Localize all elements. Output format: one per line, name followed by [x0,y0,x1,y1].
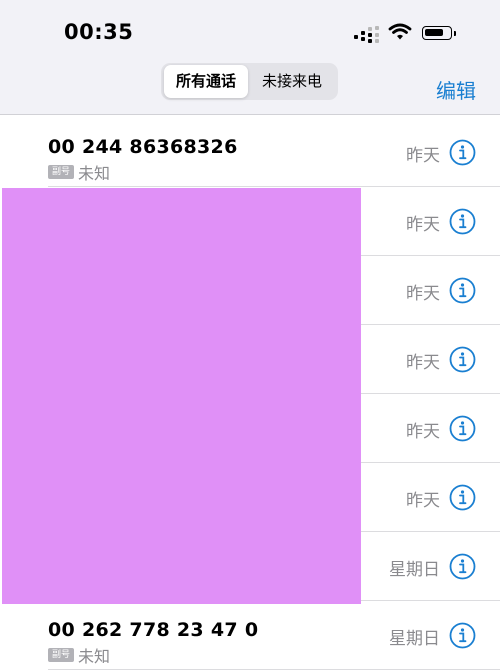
edit-button[interactable]: 编辑 [436,75,476,104]
info-icon[interactable] [449,346,476,373]
call-date: 昨天 [406,215,440,235]
call-row[interactable]: 00 244 86368326 副号 未知 昨天 [0,119,500,187]
info-icon[interactable] [449,208,476,235]
info-icon[interactable] [449,139,476,166]
navigation-header: 00:35 所有通话 未接来电 编辑 [0,0,500,115]
call-date: 昨天 [406,491,440,511]
call-date: 星期日 [389,560,440,580]
row-divider [48,186,500,187]
call-row[interactable]: 00 262 778 23 47 0 副号 未知 星期日 [0,602,500,670]
caller-type: 未知 [78,164,111,183]
status-time: 00:35 [64,20,134,44]
sim-badge: 副号 [48,165,75,179]
info-icon[interactable] [449,484,476,511]
call-subtitle: 副号 未知 [48,160,110,183]
battery-cap [454,31,456,36]
tab-missed-calls[interactable]: 未接来电 [249,65,335,98]
wifi-icon [388,23,412,40]
phone-number: 00 262 778 23 47 0 [48,619,259,641]
phone-number: 00 244 86368326 [48,136,238,158]
battery-icon [422,26,452,40]
call-date: 星期日 [389,629,440,649]
sim-badge: 副号 [48,648,75,662]
call-date: 昨天 [406,422,440,442]
call-subtitle: 副号 未知 [48,643,110,666]
redaction-overlay [2,188,361,604]
caller-type: 未知 [78,647,111,666]
info-icon[interactable] [449,415,476,442]
info-icon[interactable] [449,622,476,649]
cellular-signal-icon [354,26,380,44]
info-icon[interactable] [449,277,476,304]
tab-all-calls[interactable]: 所有通话 [164,65,248,98]
call-date: 昨天 [406,146,440,166]
call-filter-segmented-control: 所有通话 未接来电 [161,63,338,100]
info-icon[interactable] [449,553,476,580]
call-date: 昨天 [406,353,440,373]
call-date: 昨天 [406,284,440,304]
